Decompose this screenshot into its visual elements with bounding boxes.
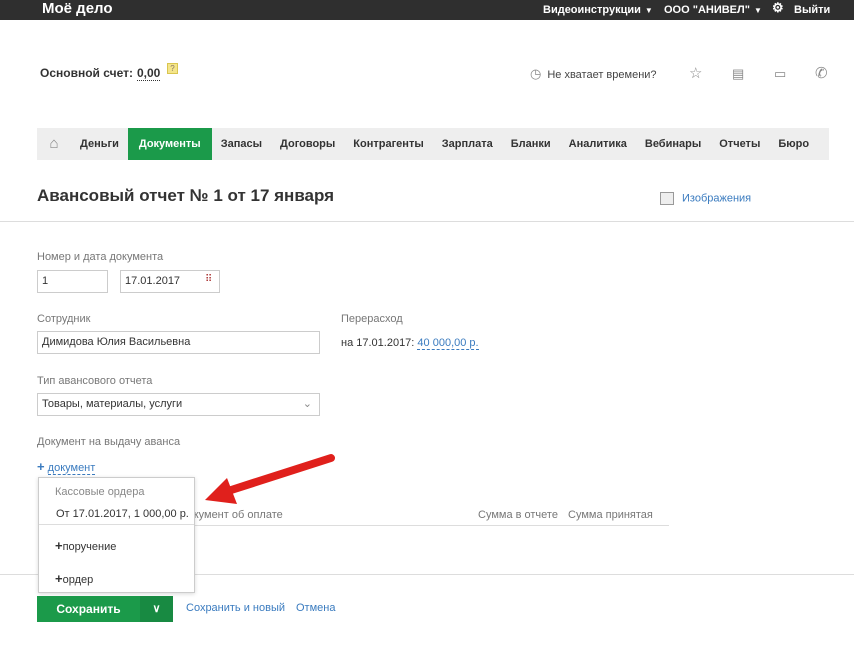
clock-icon: ◷ (530, 66, 542, 81)
add-payment-order-label: поручение (62, 541, 117, 553)
dropdown-group-label: Кассовые ордера (55, 486, 145, 498)
company-label: ООО "АНИВЕЛ" (664, 4, 750, 16)
number-input[interactable]: 1 (37, 270, 108, 293)
nav-contracts[interactable]: Договоры (271, 128, 344, 160)
col-sum-accepted: Сумма принятая (568, 509, 653, 521)
divider (0, 221, 854, 222)
help-icon[interactable]: ? (167, 63, 178, 74)
images-link[interactable]: Изображения (660, 192, 751, 205)
nav-money[interactable]: Деньги (71, 128, 128, 160)
nav-bureau[interactable]: Бюро (769, 128, 818, 160)
plus-icon: + (37, 459, 45, 474)
arrow-shaft (221, 454, 335, 496)
plus-icon: + (55, 571, 63, 586)
overspend-label: Перерасход (341, 313, 403, 325)
caret-down-icon: ▼ (753, 6, 762, 15)
employee-input[interactable]: Димидова Юлия Васильевна (37, 331, 320, 354)
type-label: Тип авансового отчета (37, 375, 153, 387)
nav-stock[interactable]: Запасы (212, 128, 271, 160)
time-link-label: Не хватает времени? (547, 69, 657, 81)
images-link-label: Изображения (682, 192, 752, 205)
save-and-new-link[interactable]: Сохранить и новый (186, 602, 285, 614)
chevron-down-icon: ⌄ (302, 398, 312, 410)
advance-doc-label: Документ на выдачу аванса (37, 436, 181, 448)
dropdown-divider (39, 524, 194, 525)
add-order-label: ордер (62, 574, 94, 586)
type-select[interactable]: Товары, материалы, услуги ⌄ (37, 393, 320, 416)
caret-down-icon: ▼ (644, 6, 653, 15)
home-icon[interactable]: ⌂ (37, 128, 71, 160)
overspend-value[interactable]: 40 000,00 р. (417, 337, 479, 350)
col-doc: Документ об оплате (180, 509, 283, 521)
company-menu[interactable]: ООО "АНИВЕЛ" ▼ (664, 3, 762, 18)
nav-forms[interactable]: Бланки (502, 128, 560, 160)
chat-icon[interactable]: ▤ (732, 66, 744, 82)
main-account: Основной счет: 0,00 (40, 66, 161, 81)
nav-contractors[interactable]: Контрагенты (344, 128, 432, 160)
page-title: Авансовый отчет № 1 от 17 января (37, 186, 335, 205)
save-button[interactable]: Сохранить (37, 596, 140, 622)
nav-reports[interactable]: Отчеты (710, 128, 769, 160)
nav-webinars[interactable]: Вебинары (636, 128, 710, 160)
overspend-date: на 17.01.2017: (341, 337, 415, 349)
time-link[interactable]: ◷ Не хватает времени? (530, 66, 657, 82)
card-icon[interactable]: ▭ (774, 66, 786, 82)
type-value: Товары, материалы, услуги (42, 398, 183, 410)
add-payment-order[interactable]: +поручение (55, 538, 116, 553)
logo[interactable]: Моё дело (42, 0, 113, 18)
plus-icon: + (55, 538, 63, 553)
gear-icon[interactable]: ⚙ (772, 1, 784, 15)
employee-label: Сотрудник (37, 313, 91, 325)
account-label: Основной счет: (40, 66, 133, 80)
add-document-label: документ (47, 462, 96, 475)
calendar-icon[interactable]: ⠿ (205, 274, 212, 285)
col-sum-report: Сумма в отчете (478, 509, 558, 521)
document-dropdown: Кассовые ордера От 17.01.2017, 1 000,00 … (38, 477, 195, 593)
main-nav: ⌂ Деньги Документы Запасы Договоры Контр… (37, 128, 829, 160)
nav-analytics[interactable]: Аналитика (560, 128, 636, 160)
image-icon (660, 192, 674, 205)
save-button-group: Сохранить ∨ (37, 596, 173, 622)
add-document-link[interactable]: + документ (37, 459, 96, 475)
red-arrow-annotation (205, 454, 335, 504)
account-value[interactable]: 0,00 (136, 66, 161, 81)
top-bar: Моё дело Видеоинструкции ▼ ООО "АНИВЕЛ" ▼ … (0, 0, 854, 20)
nav-documents[interactable]: Документы (127, 128, 212, 160)
phone-icon[interactable]: ✆ (815, 64, 828, 82)
add-order[interactable]: +ордер (55, 571, 93, 586)
save-options-chevron-icon[interactable]: ∨ (140, 596, 173, 622)
table-divider (180, 525, 669, 526)
dropdown-item-cash-order[interactable]: От 17.01.2017, 1 000,00 р. (56, 508, 189, 520)
logout-link[interactable]: Выйти (794, 3, 830, 17)
star-icon[interactable]: ☆ (689, 64, 702, 82)
videos-label: Видеоинструкции (543, 4, 641, 16)
number-date-label: Номер и дата документа (37, 251, 164, 263)
nav-salary[interactable]: Зарплата (433, 128, 502, 160)
cancel-link[interactable]: Отмена (296, 602, 335, 614)
overspend: на 17.01.2017: 40 000,00 р. (341, 337, 479, 350)
videos-menu[interactable]: Видеоинструкции ▼ (543, 3, 653, 18)
